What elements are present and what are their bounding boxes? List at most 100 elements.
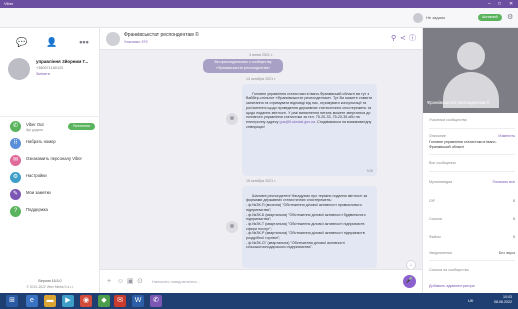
message-bubble[interactable]: Шановні респонденти! Нагадуємо про термі…	[242, 186, 377, 268]
chat-panel: Франківськстат респондентам © Учасники: …	[100, 28, 422, 293]
maximize-icon[interactable]: □	[498, 0, 501, 8]
menu-item-invite[interactable]: ✉ Ознакомить персоналу Viber	[10, 154, 96, 168]
app-icon[interactable]: ◆	[98, 295, 110, 307]
more-icon[interactable]: •••	[78, 36, 90, 48]
user-name: Не задано	[426, 15, 446, 20]
sticker-icon[interactable]: ▣	[127, 277, 134, 286]
mail-icon[interactable]: ✉	[114, 295, 126, 307]
dialpad-icon: ⠿	[10, 138, 21, 149]
sender-avatar[interactable]	[226, 221, 238, 233]
chat-members[interactable]: Учасники: 979	[124, 40, 148, 44]
windows-taskbar: ⊞ e ▬ ▶ ◉ ◆ ✉ W ✆ UK 10:03 08.06.2022	[0, 293, 518, 309]
all-messages-row[interactable]: Все сообщения	[429, 161, 515, 165]
taskbar-clock[interactable]: 10:03 08.06.2022	[494, 295, 512, 305]
message-composer: + ☺ ▣ ⊙ Напишіть повідомлення... 🎤	[100, 269, 422, 293]
share-icon[interactable]: ≺	[400, 34, 406, 44]
voice-message-button[interactable]: 🎤	[403, 275, 416, 288]
row-count: 0	[512, 235, 515, 239]
status-badge[interactable]: Активний	[478, 14, 502, 21]
row-count: 0	[512, 199, 515, 203]
add-member-icon[interactable]: ⚲	[391, 34, 396, 44]
media-icon[interactable]: ▶	[62, 295, 74, 307]
menu-item-viber-out[interactable]: ✆ Viber Out Ще додати Поповнити	[10, 120, 96, 134]
gif-icon[interactable]: ⊙	[137, 277, 143, 286]
window-titlebar: Viber – □ ✕	[0, 0, 518, 8]
minimize-icon[interactable]: –	[488, 0, 491, 8]
link-icon: ✉	[10, 155, 21, 166]
members-row[interactable]: Учасники сообщества	[429, 118, 515, 122]
profile-number: +380971180120	[36, 66, 64, 70]
info-divider	[429, 171, 515, 172]
row-count: 0	[512, 217, 515, 221]
chrome-icon[interactable]: ◉	[80, 295, 92, 307]
edit-profile-link[interactable]: Змінити	[36, 72, 50, 76]
row-label: Добавить администратора	[429, 284, 475, 288]
language-indicator[interactable]: UK	[468, 298, 474, 303]
menu-label: Настройки	[26, 173, 47, 178]
add-icon[interactable]: +	[107, 277, 111, 286]
show-all-link[interactable]: Показать все	[492, 180, 515, 184]
settings-gear-icon[interactable]: ⚙	[507, 13, 513, 22]
phone-icon: ✆	[10, 121, 21, 132]
message-text: Шановні респонденти! Нагадуємо про термі…	[246, 193, 368, 250]
clock-date: 08.06.2022	[494, 300, 512, 304]
menu-sublabel: Ще додати	[26, 128, 44, 132]
date-separator: 3 июня 2021 г.	[249, 53, 273, 57]
app-version: Версия 16.5.0	[38, 279, 62, 283]
links-row[interactable]: Ссылки 0	[429, 217, 515, 221]
close-icon[interactable]: ✕	[509, 0, 513, 8]
info-divider	[429, 260, 515, 261]
gear-icon: ⚙	[10, 172, 21, 183]
sidebar-divider	[0, 116, 100, 117]
browser-icon[interactable]: e	[26, 295, 38, 307]
message-bubble[interactable]: Головне управління статистики в Івано-Фр…	[242, 84, 377, 176]
chat-title[interactable]: Франківськстат респондентам ©	[124, 32, 199, 38]
viber-icon[interactable]: ✆	[150, 295, 162, 307]
folder-icon[interactable]: ▬	[44, 295, 56, 307]
sender-avatar[interactable]	[226, 113, 238, 125]
community-photo[interactable]: Франківськстат респондентам ©	[423, 28, 518, 113]
notes-icon: ✎	[10, 189, 21, 200]
community-link-row[interactable]: Ссылка на сообщество	[429, 268, 515, 272]
left-sidebar: 💬 👤 ••• управління Зйорним Г... +3809711…	[0, 28, 100, 293]
top-up-button[interactable]: Поповнити	[68, 123, 96, 130]
menu-label: Ознакомить персоналу Viber	[26, 156, 82, 161]
message-input[interactable]: Напишіть повідомлення...	[152, 279, 200, 284]
menu-label: Набрать номер	[26, 139, 56, 144]
chats-icon[interactable]: 💬	[16, 36, 28, 48]
info-icon[interactable]: ⓘ	[409, 34, 416, 44]
community-avatar[interactable]	[106, 32, 120, 46]
menu-label: Мои заметки	[26, 190, 51, 195]
row-label: Описание	[429, 134, 446, 138]
media-row[interactable]: Мультимедиа Показать все	[429, 180, 515, 184]
row-label: Ссылки	[429, 217, 442, 221]
window-title: Viber	[4, 1, 14, 6]
help-icon: ?	[10, 206, 21, 217]
notifications-select[interactable]: Без звука	[499, 251, 515, 255]
emoji-icon[interactable]: ☺	[117, 277, 124, 286]
menu-item-settings[interactable]: ⚙ Настройки	[10, 171, 96, 185]
chat-header: Франківськстат респондентам © Учасники: …	[100, 28, 422, 50]
row-label: Уведомления	[429, 251, 453, 255]
word-icon[interactable]: W	[132, 295, 144, 307]
gif-row[interactable]: GIF 0	[429, 199, 515, 203]
notifications-row[interactable]: Уведомления Без звука	[429, 251, 515, 255]
contacts-icon[interactable]: 👤	[46, 36, 58, 48]
menu-item-support[interactable]: ? Поддержка	[10, 205, 96, 219]
email-link[interactable]: gus@if.ukrstat.gov.ua	[280, 120, 315, 124]
profile-card[interactable]: управління Зйорним Г... +380971180120 Зм…	[8, 56, 94, 86]
menu-item-dial[interactable]: ⠿ Набрать номер	[10, 137, 96, 151]
system-message: Вы присоединились к сообществу «Франківс…	[203, 59, 283, 73]
menu-label: Viber Out	[26, 122, 44, 127]
user-avatar[interactable]	[413, 13, 423, 23]
profile-name: управління Зйорним Г...	[36, 59, 89, 64]
row-label: Мультимедиа	[429, 180, 453, 184]
row-label: Учасники сообщества	[429, 118, 467, 122]
profile-avatar	[8, 58, 30, 80]
info-divider	[429, 128, 515, 129]
menu-item-notes[interactable]: ✎ Мои заметки	[10, 188, 96, 202]
edit-description-link[interactable]: Изменить	[498, 134, 515, 138]
start-button-icon[interactable]: ⊞	[6, 295, 18, 307]
add-admin-row[interactable]: Добавить администратора	[429, 284, 515, 288]
files-row[interactable]: Файлы 0	[429, 235, 515, 239]
